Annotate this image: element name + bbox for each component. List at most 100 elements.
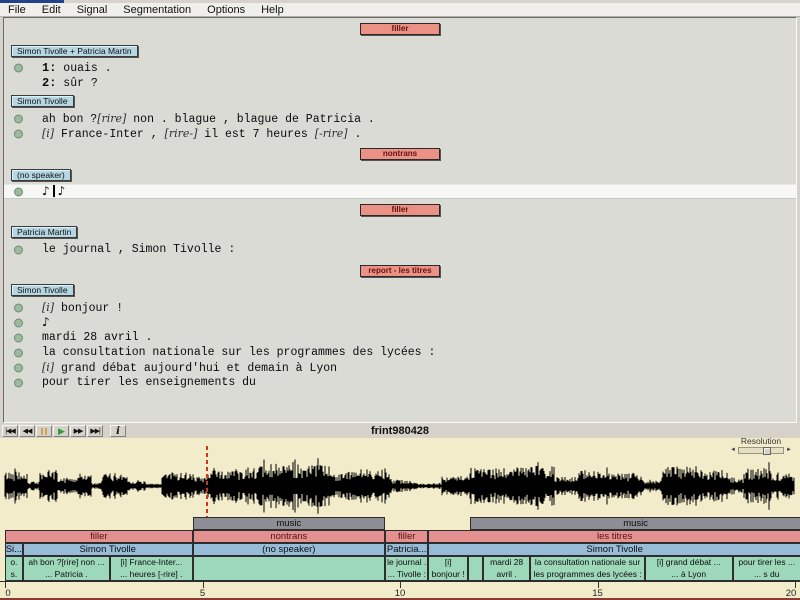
speaker-row: Patricia Martin (4, 222, 796, 240)
utterance-text[interactable]: [i] France-Inter , [rire-] il est 7 heur… (42, 127, 361, 141)
utterance-text[interactable]: ah bon ?[rire] non . blague , blague de … (42, 112, 375, 126)
utterance-text[interactable]: [i] bonjour ! (42, 301, 123, 315)
utterance-row[interactable]: [i] France-Inter , [rire-] il est 7 heur… (4, 126, 796, 141)
section-button[interactable]: filler (360, 23, 440, 35)
segment-cell[interactable]: music (470, 517, 800, 530)
transcript-editor[interactable]: filler Simon Tivolle + Patricia Martin 1: … (3, 17, 797, 423)
section-button[interactable]: nontrans (360, 148, 440, 160)
utterance-text[interactable]: ♪ ♪ (42, 184, 65, 199)
menu-help[interactable]: Help (253, 3, 292, 17)
transcript-text: grand débat aujourd'hui et demain à Lyon (54, 361, 338, 375)
segment-label: Simon Tivolle (586, 544, 643, 555)
utterance-row[interactable]: [i] grand débat aujourd'hui et demain à … (4, 360, 796, 375)
segment-cell[interactable]: Si... (5, 543, 23, 556)
speaker-button[interactable]: Simon Tivolle (11, 95, 74, 107)
segment-text-line: ... s du (753, 568, 780, 579)
segment-cell[interactable]: filler (5, 530, 193, 543)
menu-edit[interactable]: Edit (34, 3, 69, 17)
segment-cell[interactable]: [i] grand débat ...... à Lyon (644, 556, 733, 581)
speaker-button[interactable]: Simon Tivolle + Patricia Martin (11, 45, 138, 57)
utterance-text[interactable]: [i] grand débat aujourd'hui et demain à … (42, 361, 337, 375)
transcript-text: France-Inter , (54, 127, 165, 141)
segment-cell[interactable]: music (192, 517, 385, 530)
event-marker: [i] (42, 360, 55, 374)
segment-cell[interactable]: Simon Tivolle (428, 543, 800, 556)
utterance-text[interactable]: la consultation nationale sur les progra… (42, 346, 435, 359)
speaker-button[interactable]: Simon Tivolle (11, 284, 74, 296)
utterance-text[interactable]: le journal , Simon Tivolle : (42, 243, 235, 256)
pause-button[interactable] (36, 425, 52, 437)
play-button[interactable]: ▶ (53, 425, 69, 437)
utterance-row[interactable]: ♪ (4, 315, 796, 330)
playback-cursor (206, 446, 209, 522)
speaker-button[interactable]: Patricia Martin (11, 226, 78, 238)
text-cursor (52, 185, 55, 197)
segment-bullet-icon[interactable] (14, 187, 23, 196)
segment-bullet-icon[interactable] (14, 245, 23, 254)
segment-text-line: la consultation nationale sur (534, 557, 641, 567)
utterance-text[interactable]: 2: sûr ? (42, 76, 98, 90)
segment-cell[interactable]: [i] France-Inter...... heures [-rire] . (110, 556, 193, 581)
segment-cell[interactable]: nontrans (192, 530, 385, 543)
segment-cell[interactable]: Simon Tivolle (22, 543, 193, 556)
segment-bullet-icon[interactable] (14, 318, 23, 327)
segment-cell[interactable]: Patricia... (384, 543, 429, 556)
segment-text-line: les programmes des lycées : (533, 568, 642, 579)
resolution-slider-track[interactable] (738, 446, 784, 455)
segment-cell[interactable]: [i] bonjour ! (428, 556, 468, 581)
segment-bullet-icon[interactable] (14, 348, 23, 357)
utterance-row[interactable]: mardi 28 avril . (4, 330, 796, 345)
utterance-text[interactable]: 1: ouais . (42, 61, 112, 75)
fast-forward-button[interactable]: ▶▶ (70, 425, 86, 437)
utterance-row[interactable]: 2: sûr ? (4, 75, 796, 90)
segment-text-line: mardi 28 (490, 557, 524, 567)
menu-options[interactable]: Options (199, 3, 253, 17)
speaker-button[interactable]: (no speaker) (11, 169, 71, 181)
event-marker: [i] (42, 126, 55, 140)
utterance-row[interactable]: le journal , Simon Tivolle : (4, 242, 796, 257)
music-note-glyph: ♪ (42, 184, 50, 198)
segment-bullet-icon[interactable] (14, 114, 23, 123)
segment-cell[interactable]: mardi 28 avril . (482, 556, 531, 581)
menu-segmentation[interactable]: Segmentation (115, 3, 199, 17)
speaker-row: (no speaker) (4, 165, 796, 183)
segment-cell[interactable] (192, 556, 385, 581)
rewind-button[interactable]: ◀◀ (19, 425, 35, 437)
skip-to-end-button[interactable]: ▶▶| (87, 425, 103, 437)
segment-cell[interactable]: o. s. (5, 556, 23, 581)
transcript-text: il est 7 heures (197, 127, 315, 141)
section-row: filler (4, 199, 796, 217)
segment-bullet-icon[interactable] (14, 333, 23, 342)
utterance-row[interactable]: ah bon ?[rire] non . blague , blague de … (4, 111, 796, 126)
menu-signal[interactable]: Signal (69, 3, 116, 17)
section-button[interactable]: filler (360, 204, 440, 216)
segment-cell[interactable]: pour tirer les ...... s du (732, 556, 800, 581)
utterance-row-selected[interactable]: ♪ ♪ (4, 184, 796, 199)
segment-cell[interactable]: la consultation nationale sur les program… (530, 556, 645, 581)
segment-bullet-icon[interactable] (14, 303, 23, 312)
skip-to-start-button[interactable]: |◀◀ (2, 425, 18, 437)
segment-cell[interactable]: ah bon ?[rire] non ...... Patricia . (22, 556, 111, 581)
segment-bullet-icon[interactable] (14, 378, 23, 387)
utterance-text[interactable]: mardi 28 avril . (42, 331, 152, 344)
section-button[interactable]: report - les titres (360, 265, 440, 277)
segment-bullet-icon[interactable] (14, 129, 23, 138)
utterance-text[interactable]: ♪ (42, 315, 50, 330)
segment-bullet-icon[interactable] (14, 363, 23, 372)
segment-cell[interactable]: filler (384, 530, 429, 543)
menu-file[interactable]: File (0, 3, 34, 17)
waveform[interactable] (0, 454, 800, 516)
info-button[interactable]: i (110, 425, 126, 437)
segment-cell[interactable]: (no speaker) (192, 543, 385, 556)
segment-bullet-icon[interactable] (14, 63, 23, 72)
transcript-track: o. s. ah bon ?[rire] non ...... Patricia .… (0, 556, 800, 581)
segment-cell[interactable]: le journal .... Tivolle : (384, 556, 429, 581)
segment-cell[interactable] (467, 556, 483, 581)
utterance-row[interactable]: 1: ouais . (4, 60, 796, 75)
utterance-text[interactable]: pour tirer les enseignements du (42, 376, 256, 389)
transcript-text: la consultation nationale sur les progra… (42, 346, 436, 359)
utterance-row[interactable]: la consultation nationale sur les progra… (4, 345, 796, 360)
segment-cell[interactable]: les titres (428, 530, 800, 543)
utterance-row[interactable]: pour tirer les enseignements du (4, 375, 796, 390)
utterance-row[interactable]: [i] bonjour ! (4, 300, 796, 315)
